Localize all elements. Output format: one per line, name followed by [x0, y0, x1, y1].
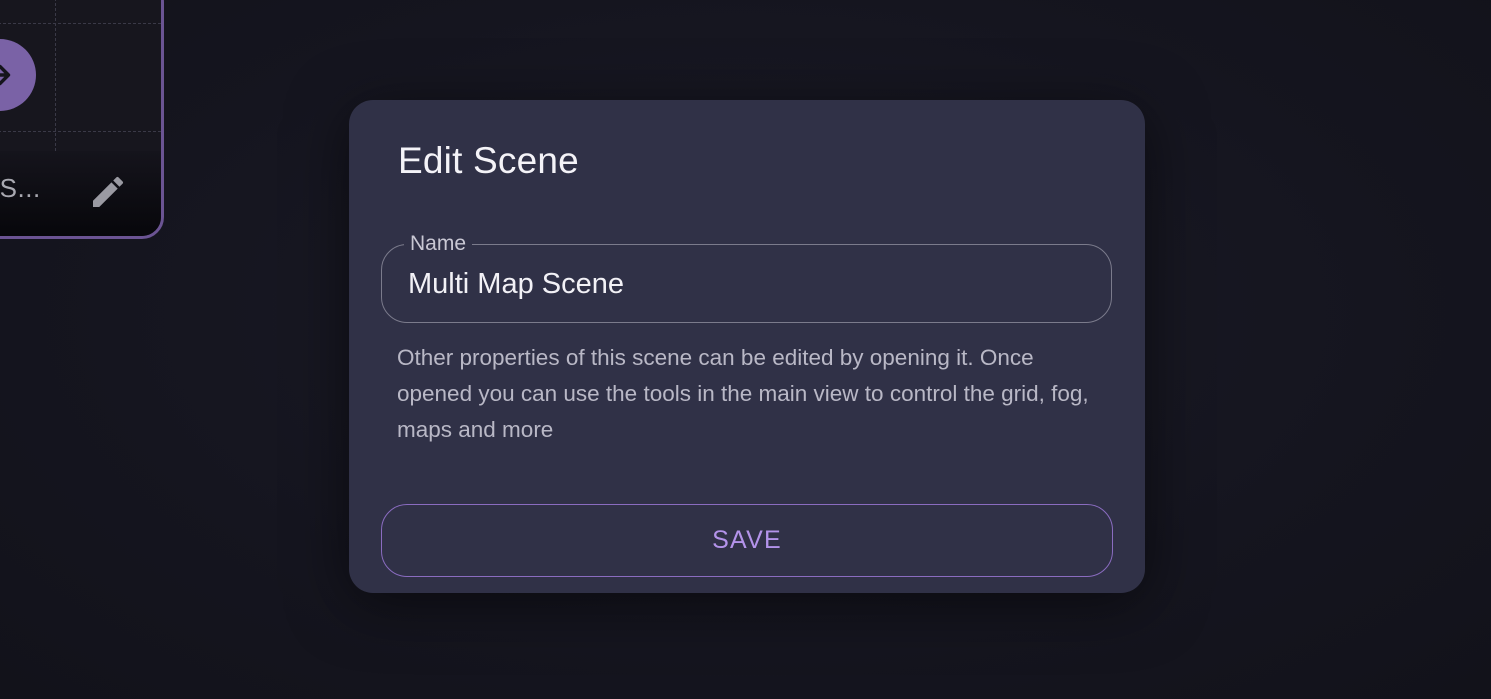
grid-line [0, 131, 161, 132]
dialog-title: Edit Scene [398, 140, 579, 181]
edit-scene-dialog: Edit Scene Name Other properties of this… [349, 100, 1145, 593]
arrow-right-icon [0, 64, 11, 86]
pencil-icon[interactable] [88, 172, 128, 212]
helper-text: Other properties of this scene can be ed… [397, 345, 1089, 442]
name-field[interactable]: Name [381, 231, 1112, 323]
name-field-label: Name [404, 231, 473, 257]
app-stage: p S... Edit Scene Name Other properties … [0, 0, 1491, 699]
scene-name-label: p S... [0, 173, 41, 203]
save-button[interactable]: SAVE [381, 504, 1113, 577]
name-input[interactable] [408, 263, 1088, 305]
grid-line [0, 23, 161, 24]
scene-card[interactable]: p S... [0, 0, 164, 239]
